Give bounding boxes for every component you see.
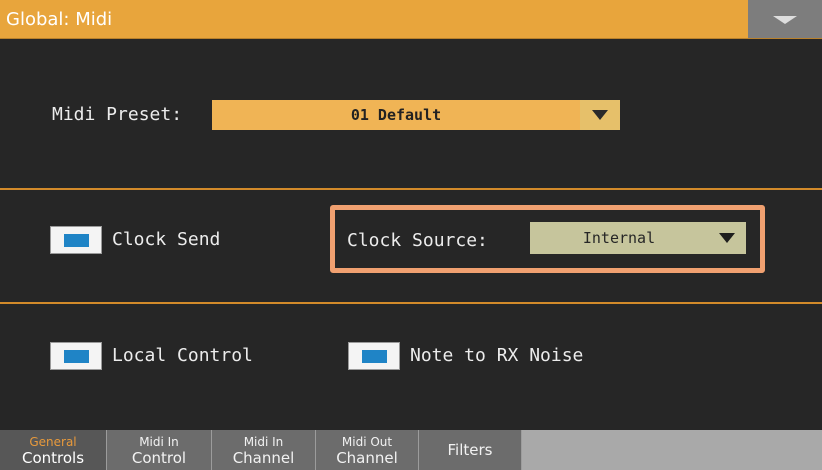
tab-label-line2: Channel (232, 449, 295, 467)
clock-source-label: Clock Source: (347, 230, 488, 251)
clock-source-field[interactable]: Internal (530, 222, 710, 254)
note-to-rx-noise-label: Note to RX Noise (410, 345, 584, 366)
midi-preset-field[interactable]: 01 Default (212, 100, 582, 130)
section-divider (0, 302, 822, 304)
tab-label-line2: Channel (336, 449, 398, 467)
clock-source-value: Internal (582, 229, 656, 247)
page-menu-button[interactable] (748, 0, 822, 38)
checkbox-mark (362, 350, 387, 363)
tab-label-line2: Control (131, 449, 187, 467)
dropdown-arrow-icon (719, 233, 735, 243)
tab-filters[interactable]: Filters (419, 430, 522, 470)
checkbox-mark (64, 350, 89, 363)
tab-label: Filters (447, 441, 493, 459)
local-control-label: Local Control (112, 345, 253, 366)
section-divider (0, 188, 822, 190)
midi-preset-value: 01 Default (350, 106, 442, 124)
tab-label-line2: Controls (21, 449, 85, 467)
tab-midi-out-channel[interactable]: Midi Out Channel (316, 430, 419, 470)
triangle-down-icon (773, 16, 797, 24)
note-to-rx-noise-checkbox[interactable] (348, 342, 400, 370)
tab-label-line1: Midi In (139, 435, 179, 449)
tab-general-controls[interactable]: General Controls (0, 430, 107, 470)
tab-midi-in-channel[interactable]: Midi In Channel (212, 430, 316, 470)
clock-send-label: Clock Send (112, 229, 221, 250)
window-title: Global: Midi (6, 9, 113, 30)
tab-label-line1: Midi In (243, 435, 284, 449)
clock-source-dropdown-button[interactable] (708, 222, 746, 254)
tab-bar: General Controls Midi In Control Midi In… (0, 430, 822, 470)
dropdown-arrow-icon (592, 110, 608, 120)
title-bar: Global: Midi (0, 0, 822, 39)
tab-midi-in-control[interactable]: Midi In Control (107, 430, 212, 470)
checkbox-mark (64, 234, 89, 247)
local-control-checkbox[interactable] (50, 342, 102, 370)
tab-label-line1: General (29, 435, 77, 449)
tab-label-line1: Midi Out (341, 435, 393, 449)
midi-preset-dropdown-button[interactable] (580, 100, 620, 130)
clock-send-checkbox[interactable] (50, 226, 102, 254)
midi-preset-label: Midi Preset: (52, 104, 183, 125)
